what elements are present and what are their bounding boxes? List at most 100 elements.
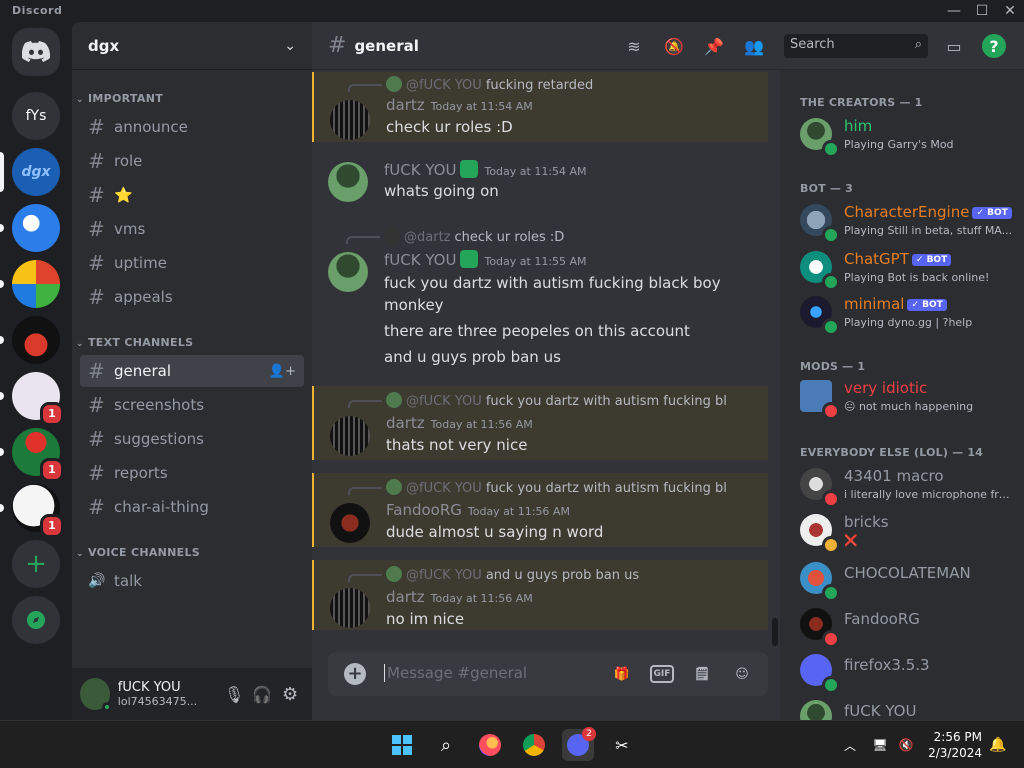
channel-reports[interactable]: # reports — [80, 457, 304, 489]
message-author[interactable]: dartz Today at 11:56 AM — [386, 414, 533, 432]
avatar[interactable] — [80, 678, 112, 712]
hash-icon: # — [88, 359, 105, 383]
member-item[interactable]: minimal ✓ BOT Playing dyno.gg | ?help — [800, 292, 1020, 336]
server-dgx[interactable]: dgx — [12, 148, 60, 196]
close-icon[interactable]: ✕ — [996, 2, 1024, 20]
chrome-button[interactable] — [518, 729, 550, 761]
channel-screenshots[interactable]: # screenshots — [80, 389, 304, 421]
maximize-icon[interactable]: ☐ — [968, 2, 996, 20]
avatar[interactable] — [330, 503, 370, 543]
upload-button[interactable]: + — [344, 663, 366, 685]
message-input[interactable]: Message #general — [384, 664, 527, 682]
reply-preview[interactable]: @fUCK YOU fuck you dartz with autism fuck… — [386, 479, 726, 496]
pinned-messages-button[interactable]: 📌 — [702, 34, 726, 58]
notifications-button[interactable]: 🔔 — [986, 729, 1010, 761]
network-button[interactable]: 🖥 — [868, 729, 892, 761]
system-clock[interactable]: 2:56 PM 2/3/2024 — [928, 729, 982, 761]
channel-general[interactable]: # general 👤+ — [80, 355, 304, 387]
help-button[interactable]: ? — [982, 34, 1006, 58]
member-item[interactable]: bricks ❌ — [800, 510, 1020, 554]
channel-announce[interactable]: # announce — [80, 111, 304, 143]
search-input[interactable]: Search ⌕ — [784, 34, 928, 58]
channel-star[interactable]: # ⭐ — [80, 179, 304, 211]
message[interactable]: fUCK YOU Today at 11:54 AM whats going on — [312, 156, 768, 212]
home-button[interactable] — [12, 28, 60, 76]
member-item[interactable]: fUCK YOU — [800, 696, 1020, 720]
server-messenger[interactable] — [12, 204, 60, 252]
message-composer[interactable]: + Message #general 🎁 GIF 🗒 ☺ — [328, 652, 768, 696]
member-item[interactable]: CharacterEngine ✓ BOT Playing Still in be… — [800, 200, 1020, 244]
inbox-button[interactable]: ▭ — [942, 34, 966, 58]
emoji-button[interactable]: ☺ — [730, 662, 754, 686]
chat-scrollbar[interactable] — [772, 618, 778, 646]
add-member-icon[interactable]: 👤+ — [269, 364, 296, 379]
channel-talk[interactable]: 🔊 talk — [80, 565, 304, 597]
gif-button[interactable]: GIF — [650, 665, 674, 683]
avatar[interactable] — [330, 588, 370, 628]
reply-preview[interactable]: @dartz check ur roles :D — [384, 228, 724, 245]
volume-button[interactable]: 🔇 — [894, 729, 918, 761]
gift-button[interactable]: 🎁 — [610, 662, 634, 686]
category-voice-channels[interactable]: ⌄ VOICE CHANNELS — [76, 546, 200, 559]
settings-button[interactable]: ⚙ — [276, 679, 304, 709]
channel-role[interactable]: # role — [80, 145, 304, 177]
message[interactable]: @dartz check ur roles :D fUCK YOU Today at… — [312, 226, 768, 376]
snipping-tool-button[interactable]: ✂ — [606, 729, 638, 761]
user-info[interactable]: fUCK YOU lol74563475... — [118, 680, 220, 708]
message[interactable]: @fUCK YOU fuck you dartz with autism fuck… — [312, 473, 768, 547]
reply-preview[interactable]: @fUCK YOU and u guys prob ban us — [386, 566, 726, 583]
message-author[interactable]: fUCK YOU Today at 11:55 AM — [384, 250, 587, 269]
threads-button[interactable]: ≋ — [622, 34, 646, 58]
message[interactable]: @fUCK YOU and u guys prob ban us dartz Tod… — [312, 560, 768, 630]
mute-button[interactable]: 🎙 — [220, 679, 248, 709]
channel-appeals[interactable]: # appeals — [80, 281, 304, 313]
chevron-down-icon: ⌄ — [284, 37, 296, 54]
channel-char-ai-thing[interactable]: # char-ai-thing — [80, 491, 304, 523]
avatar[interactable] — [328, 252, 368, 292]
minimize-icon[interactable]: — — [940, 2, 968, 20]
channel-vms[interactable]: # vms — [80, 213, 304, 245]
member-list-button[interactable]: 👥 — [742, 34, 766, 58]
avatar[interactable] — [330, 416, 370, 456]
add-server-button[interactable]: + — [12, 540, 60, 588]
taskbar-search-button[interactable]: ⌕ — [430, 729, 462, 761]
status-online-icon — [822, 140, 840, 158]
reply-preview[interactable]: @fUCK YOU fuck you dartz with autism fuck… — [386, 392, 726, 409]
category-important[interactable]: ⌄ IMPORTANT — [76, 92, 163, 105]
message[interactable]: @fUCK YOU fuck you dartz with autism fuck… — [312, 386, 768, 460]
explore-button[interactable] — [12, 596, 60, 644]
category-text-channels[interactable]: ⌄ TEXT CHANNELS — [76, 336, 193, 349]
message-author[interactable]: dartz Today at 11:54 AM — [386, 96, 533, 114]
show-hidden-icons-button[interactable]: ︿ — [838, 729, 862, 761]
member-item[interactable]: FandooRG — [800, 604, 1020, 648]
server-fys[interactable]: fYs — [12, 92, 60, 140]
discord-taskbar-button[interactable]: 2 — [562, 727, 596, 761]
guild-header[interactable]: dgx ⌄ — [72, 22, 312, 70]
member-status: Playing Bot is back online! — [844, 271, 990, 284]
search-icon: ⌕ — [914, 37, 922, 52]
member-item[interactable]: 43401 macro i literally love microphone … — [800, 464, 1020, 508]
member-item[interactable]: him Playing Garry's Mod — [800, 114, 1020, 158]
server-windows[interactable] — [12, 260, 60, 308]
avatar[interactable] — [330, 100, 370, 140]
channel-suggestions[interactable]: # suggestions — [80, 423, 304, 455]
deafen-button[interactable]: 🎧 — [248, 679, 276, 709]
sticker-button[interactable]: 🗒 — [690, 662, 714, 686]
server-red-creature[interactable] — [12, 316, 60, 364]
member-item[interactable]: very idiotic 😐 not much happening — [800, 376, 1020, 420]
member-item[interactable]: firefox3.5.3 — [800, 650, 1020, 694]
avatar[interactable] — [328, 162, 368, 202]
message-author[interactable]: dartz Today at 11:56 AM — [386, 588, 533, 606]
reply-preview[interactable]: @fUCK YOU fucking retarded — [386, 76, 726, 93]
message[interactable]: @fUCK YOU fucking retarded dartz Today at … — [312, 72, 768, 142]
firefox-button[interactable] — [474, 729, 506, 761]
member-item[interactable]: CHOCOLATEMAN — [800, 558, 1020, 602]
message-author[interactable]: fUCK YOU Today at 11:54 AM — [384, 160, 587, 179]
bot-badge: ✓ BOT — [972, 207, 1012, 219]
channel-uptime[interactable]: # uptime — [80, 247, 304, 279]
message-author[interactable]: FandooRG Today at 11:56 AM — [386, 501, 570, 519]
start-button[interactable] — [386, 729, 418, 761]
member-item[interactable]: ChatGPT ✓ BOT Playing Bot is back online! — [800, 247, 1020, 291]
reply-text: fucking retarded — [485, 78, 594, 93]
notification-settings-button[interactable]: 🔕 — [662, 34, 686, 58]
